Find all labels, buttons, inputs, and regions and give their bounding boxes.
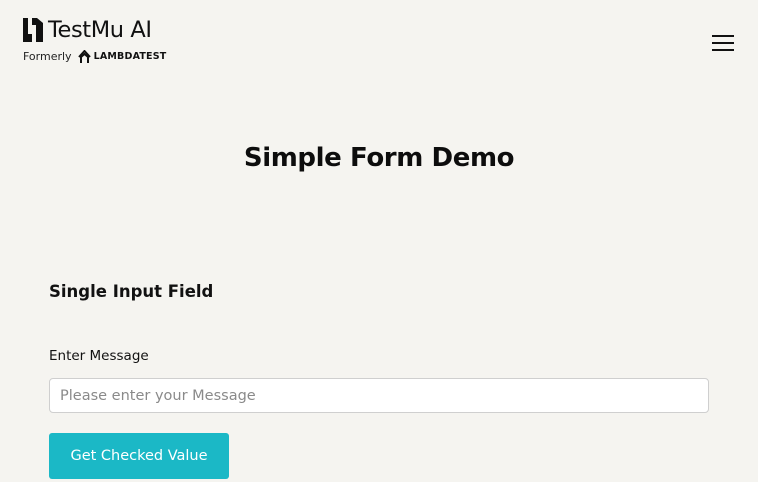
menu-line <box>712 42 734 44</box>
get-checked-value-button[interactable]: Get Checked Value <box>49 433 229 479</box>
brand-name: TestMu AI <box>48 17 152 43</box>
testmu-logo-icon <box>23 18 43 42</box>
formerly-row: Formerly LAMBDATEST <box>23 49 166 65</box>
menu-line <box>712 35 734 37</box>
page-title: Simple Form Demo <box>243 143 515 173</box>
menu-line <box>712 49 734 51</box>
section-heading-single-input: Single Input Field <box>49 282 214 301</box>
hamburger-menu-icon[interactable] <box>708 32 736 54</box>
brand-logo[interactable]: TestMu AI Formerly LAMBDATEST <box>23 16 166 65</box>
former-brand-name: LAMBDATEST <box>93 51 167 62</box>
lambdatest-logo-icon <box>77 50 91 63</box>
formerly-label: Formerly <box>23 50 72 63</box>
site-header: TestMu AI Formerly LAMBDATEST <box>0 0 758 80</box>
enter-message-label: Enter Message <box>49 348 149 364</box>
logo-row: TestMu AI <box>23 16 166 44</box>
message-input[interactable] <box>49 378 709 413</box>
